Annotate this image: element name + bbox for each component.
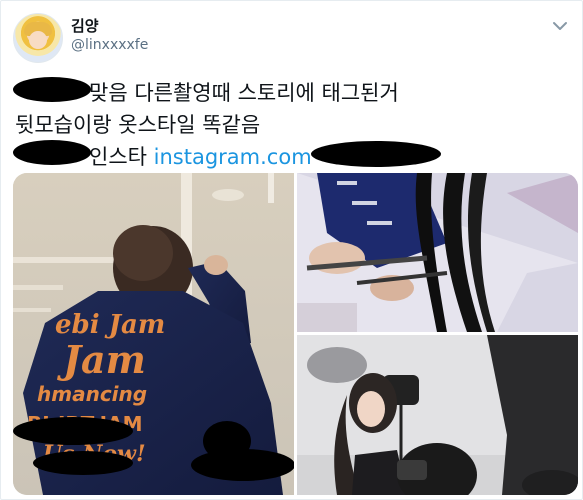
photo-3-illustration xyxy=(297,335,578,495)
user-handle[interactable]: @linxxxxfe xyxy=(71,37,148,53)
display-name[interactable]: 김양 xyxy=(71,15,99,36)
tweet-text-instagram-label: 인스타 xyxy=(89,145,147,169)
photo-1-illustration: ebi Jam Jam hmancing BI-JBT-JAM Us Now! xyxy=(13,173,295,495)
avatar-face xyxy=(29,31,47,49)
redaction-mark xyxy=(13,140,91,165)
media-photo-3[interactable] xyxy=(297,335,578,495)
tweet-card: 김양 @linxxxxfe 맞음 다른촬영때 스토리에 태그된거 뒷모습이랑 옷… xyxy=(0,0,583,500)
redaction-mark xyxy=(311,141,441,167)
chevron-down-icon[interactable] xyxy=(549,15,571,37)
avatar[interactable] xyxy=(13,13,63,63)
redaction-mark xyxy=(33,451,133,475)
tweet-text-line-3: 인스타 instagram.com xyxy=(89,141,312,171)
redaction-mark xyxy=(13,77,91,102)
media-photo-1[interactable]: ebi Jam Jam hmancing BI-JBT-JAM Us Now! xyxy=(13,173,295,495)
tweet-media-grid: ebi Jam Jam hmancing BI-JBT-JAM Us Now! xyxy=(13,173,578,495)
photo-2-illustration xyxy=(297,173,578,332)
instagram-link[interactable]: instagram.com xyxy=(154,145,312,169)
redaction-mark xyxy=(13,417,133,445)
tweet-text-line-1: 맞음 다른촬영때 스토리에 태그된거 xyxy=(89,81,399,105)
sweatshirt-print-line-3: hmancing xyxy=(37,382,147,406)
sweatshirt-print-line-2: Jam xyxy=(57,337,146,382)
media-photo-2[interactable] xyxy=(297,173,578,332)
tweet-text-line-2: 뒷모습이랑 옷스타일 똑같음 xyxy=(15,113,261,137)
redaction-mark xyxy=(191,449,295,481)
sweatshirt-print-line-1: ebi Jam xyxy=(55,310,165,340)
